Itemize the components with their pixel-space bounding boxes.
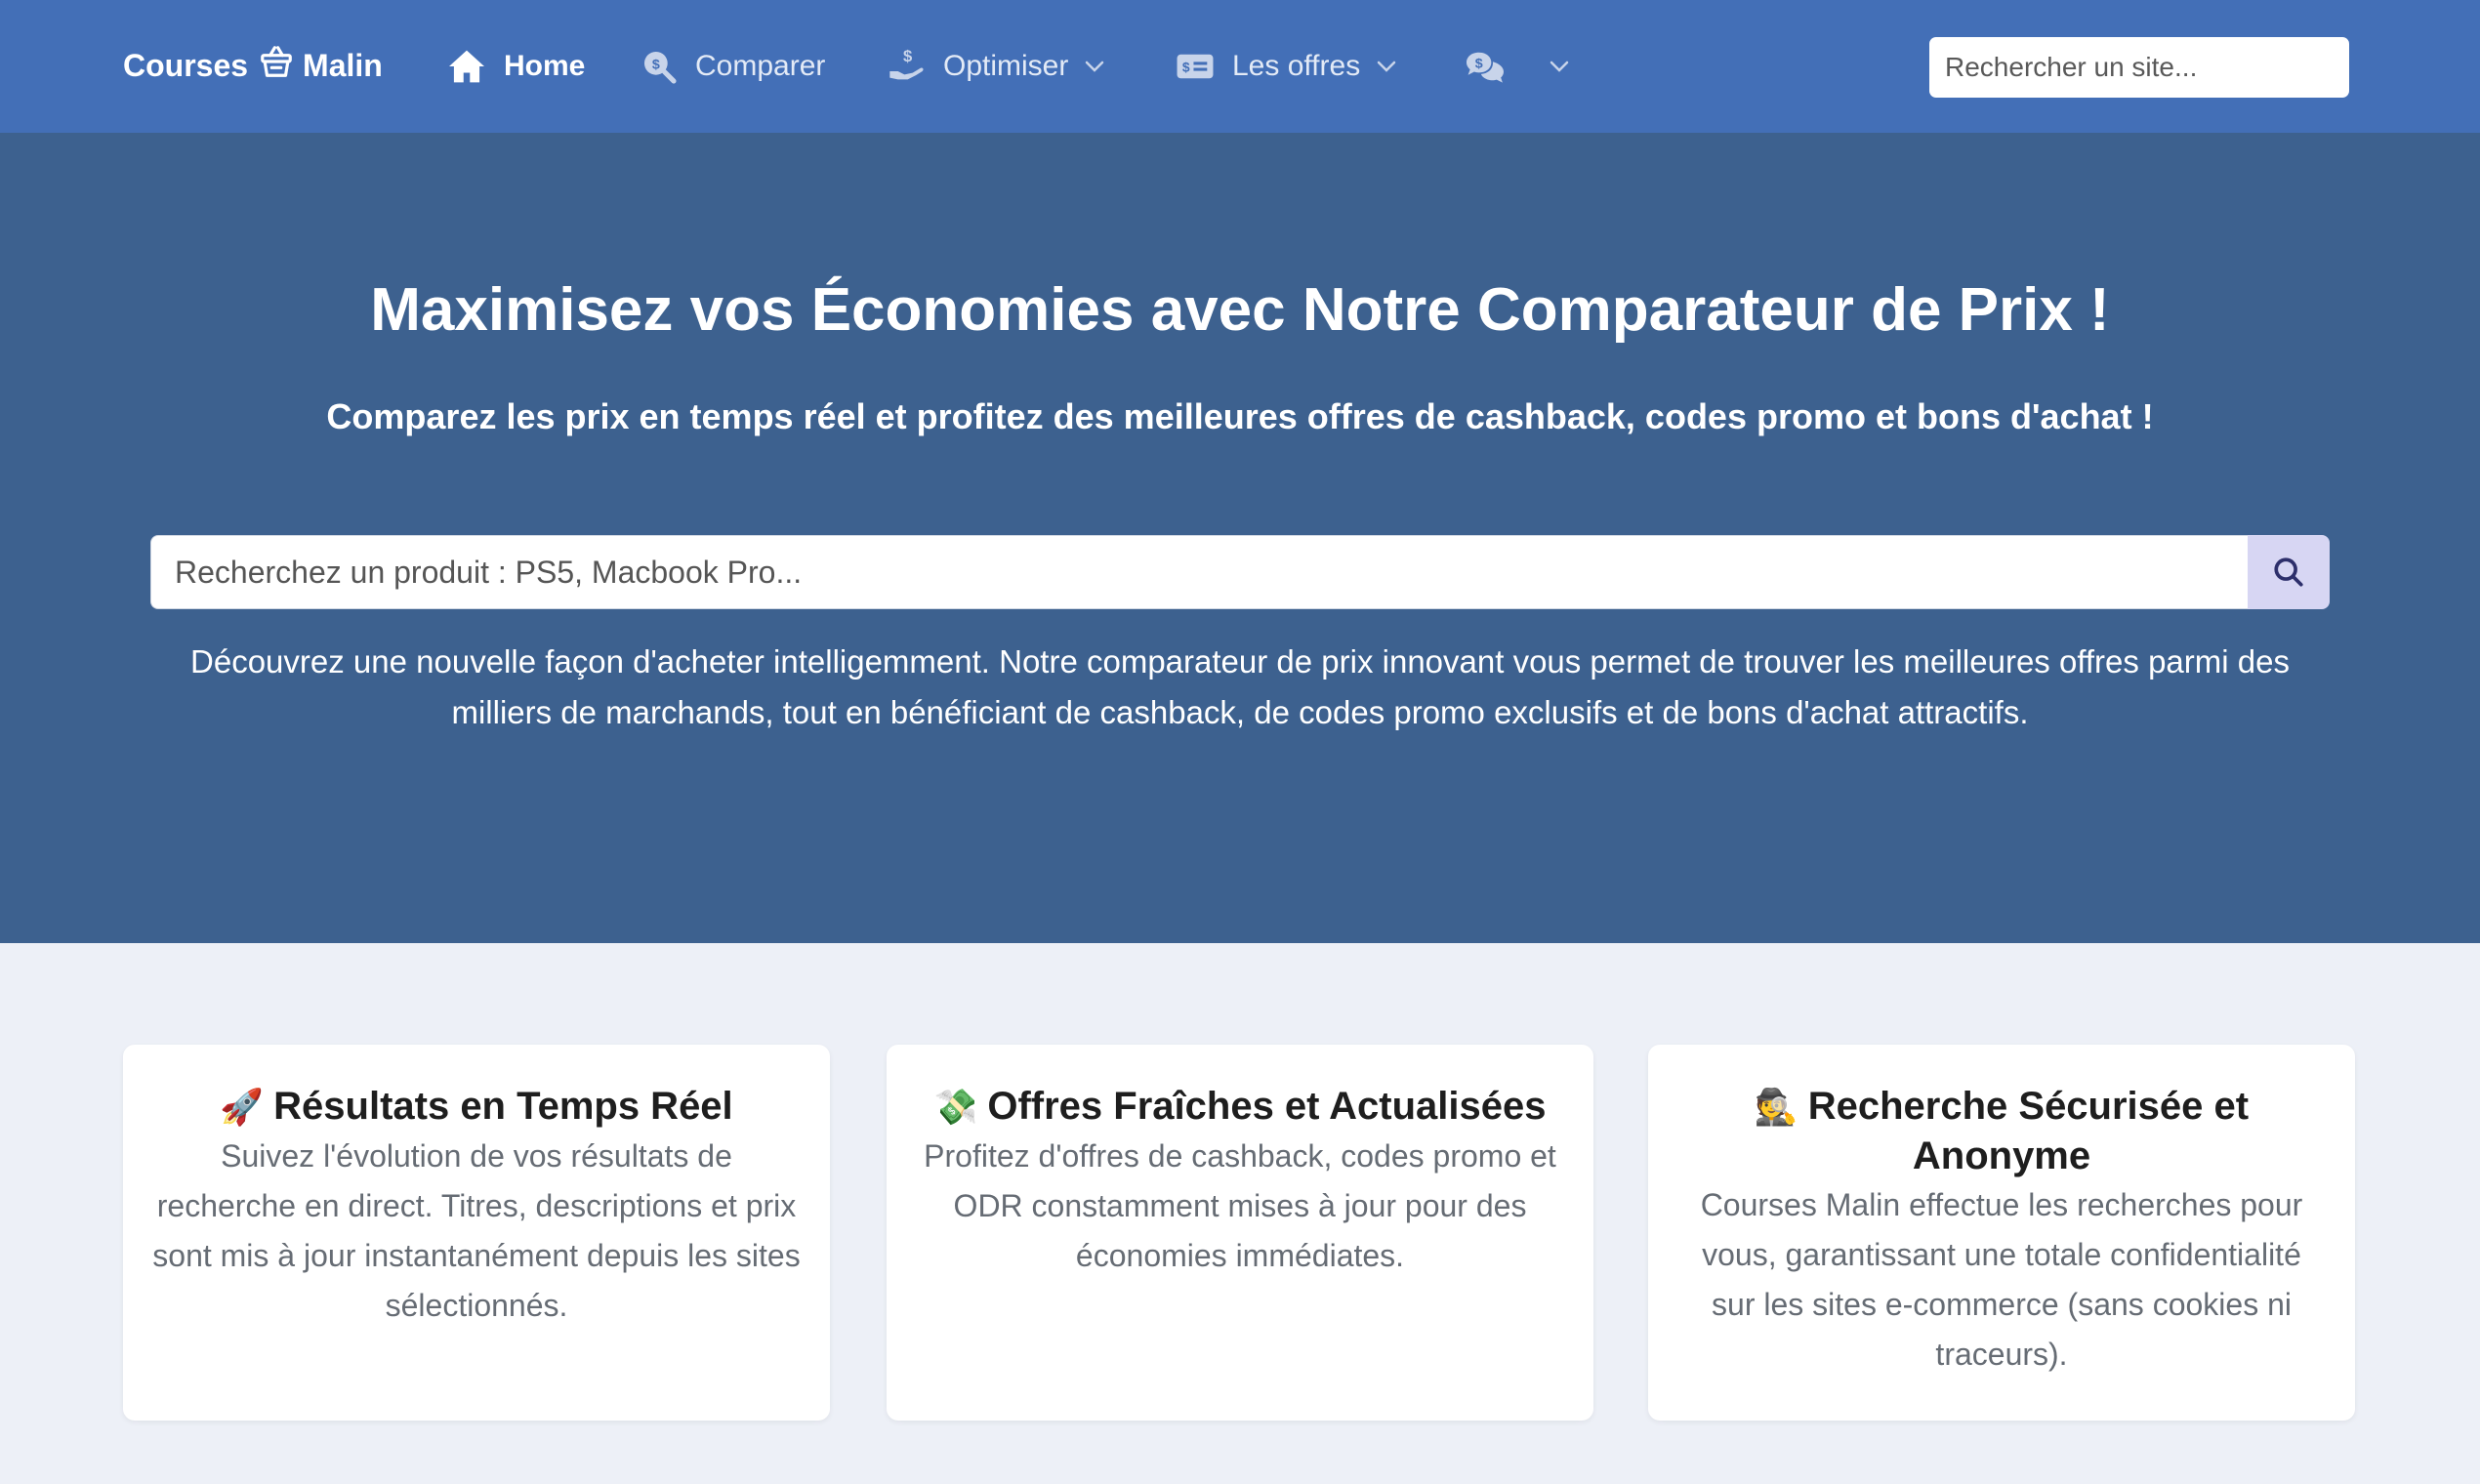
feature-title-text: Recherche Sécurisée et Anonyme (1807, 1085, 2250, 1177)
navbar: Courses Malin Home $ Comparer $ Optimise… (0, 0, 2480, 133)
feature-text: Profitez d'offres de cashback, codes pro… (924, 1138, 1556, 1273)
nav-les-offres-label: Les offres (1232, 50, 1361, 82)
feature-card-offers: 💸 Offres Fraîches et Actualisées Profitez… (887, 1045, 1593, 1421)
feature-card-secure: 🕵️ Recherche Sécurisée et Anonyme Courses… (1648, 1045, 2355, 1421)
chevron-down-icon (1086, 61, 1104, 72)
hero-subtitle: Comparez les prix en temps réel et profi… (326, 396, 2154, 436)
nav-comparer-label: Comparer (695, 50, 826, 82)
nav-comparer[interactable]: $ Comparer (641, 43, 825, 90)
nav-optimiser[interactable]: $ Optimiser (887, 43, 1105, 90)
hero-description: Découvrez une nouvelle façon d'acheter i… (190, 643, 2290, 730)
feature-title-text: Résultats en Temps Réel (273, 1085, 733, 1128)
feature-text: Suivez l'évolution de vos résultats de r… (152, 1138, 801, 1323)
svg-text:$: $ (1182, 59, 1190, 74)
money-wings-icon: 💸 (933, 1087, 978, 1127)
svg-text:$: $ (903, 47, 913, 65)
hand-money-icon: $ (889, 47, 924, 80)
money-card-icon: $ (1177, 54, 1214, 79)
chat-dollar-icon: $ (1467, 52, 1504, 83)
detective-icon: 🕵️ (1754, 1087, 1798, 1127)
hero-section: Maximisez vos Économies avec Notre Compa… (0, 133, 2480, 943)
basket-icon (258, 43, 295, 88)
product-search-bar (150, 535, 2330, 609)
nav-les-offres[interactable]: $ Les offres (1176, 43, 1397, 90)
feature-text: Courses Malin effectue les recherches po… (1700, 1187, 2303, 1372)
product-search-input[interactable] (150, 535, 2248, 609)
nav-optimiser-label: Optimiser (943, 50, 1069, 82)
feature-title-text: Offres Fraîches et Actualisées (987, 1085, 1547, 1128)
search-icon (2274, 557, 2303, 587)
feature-title: 💸 Offres Fraîches et Actualisées (916, 1082, 1564, 1132)
nav-home[interactable]: Home (447, 43, 585, 90)
brand-text-courses: Courses (123, 47, 249, 83)
site-search-input[interactable] (1929, 37, 2349, 98)
feature-title: 🚀 Résultats en Temps Réel (152, 1082, 801, 1132)
chevron-down-icon (1377, 61, 1396, 72)
hero-title: Maximisez vos Économies avec Notre Compa… (370, 276, 2110, 344)
home-icon (449, 50, 484, 83)
svg-text:$: $ (1475, 57, 1483, 72)
feature-title: 🕵️ Recherche Sécurisée et Anonyme (1677, 1082, 2326, 1180)
nav-chat-menu[interactable]: $ (1465, 43, 1570, 90)
brand-logo[interactable]: Courses Malin (123, 43, 383, 88)
chevron-down-icon (1550, 61, 1569, 72)
nav-home-label: Home (504, 50, 586, 82)
product-search-button[interactable] (2248, 535, 2330, 609)
feature-card-realtime: 🚀 Résultats en Temps Réel Suivez l'évolut… (123, 1045, 830, 1421)
brand-text-malin: Malin (303, 47, 383, 83)
magnifier-dollar-icon: $ (643, 51, 677, 84)
svg-text:$: $ (652, 57, 660, 72)
rocket-icon: 🚀 (220, 1087, 265, 1127)
